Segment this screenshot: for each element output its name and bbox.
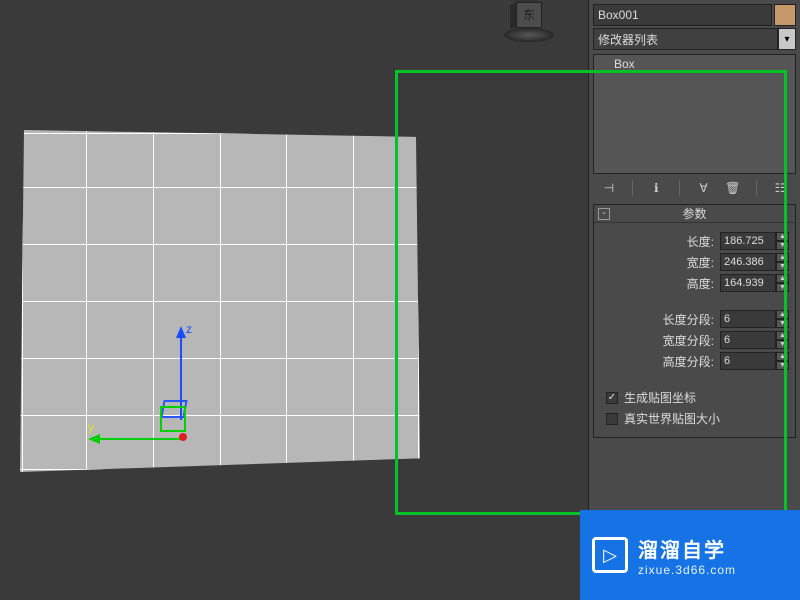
rollout-title: 参数 (594, 205, 795, 222)
wseg-spinner: ▲ ▼ (720, 331, 789, 349)
spinner-down-icon[interactable]: ▼ (776, 361, 789, 370)
remove-modifier-icon[interactable]: 🗑 (723, 178, 743, 198)
height-input[interactable] (720, 274, 776, 292)
orient-front-face[interactable]: 东 (516, 2, 542, 28)
hseg-spinner: ▲ ▼ (720, 352, 789, 370)
height-spinner: ▲ ▼ (720, 274, 789, 292)
genmap-label: 生成贴图坐标 (624, 389, 696, 406)
sep (632, 180, 633, 196)
param-length: 长度: ▲ ▼ (600, 232, 789, 250)
modifier-stack[interactable]: Box (593, 54, 796, 174)
viewport[interactable]: 东 z y (0, 0, 585, 600)
check-genmap-row: 生成贴图坐标 (606, 389, 789, 406)
object-name-row (593, 4, 796, 26)
lseg-spinner: ▲ ▼ (720, 310, 789, 328)
grid-line (20, 133, 420, 134)
axis-z-arrow-icon[interactable] (176, 326, 186, 338)
param-width: 宽度: ▲ ▼ (600, 253, 789, 271)
modifier-dropdown[interactable]: 修改器列表 (593, 28, 778, 50)
sep (679, 180, 680, 196)
watermark-title: 溜溜自学 (638, 534, 736, 563)
grid-line (20, 244, 420, 245)
axis-y[interactable] (100, 438, 182, 440)
check-realworld-row: 真实世界贴图大小 (606, 410, 789, 427)
param-label: 长度: (687, 233, 714, 250)
spinner-up-icon[interactable]: ▲ (776, 310, 789, 319)
grid-line (20, 469, 420, 470)
object-name-input[interactable] (593, 4, 772, 26)
axis-y-arrow-icon[interactable] (88, 434, 100, 444)
param-label: 高度: (687, 275, 714, 292)
param-lseg: 长度分段: ▲ ▼ (600, 310, 789, 328)
configure-sets-icon[interactable]: ☷ (770, 178, 790, 198)
grid-line (418, 130, 419, 472)
grid-line (20, 358, 420, 359)
show-end-result-icon[interactable]: ℹ (646, 178, 666, 198)
realworld-label: 真实世界贴图大小 (624, 410, 720, 427)
grid-line (20, 301, 420, 302)
pin-stack-icon[interactable]: ⊣ (599, 178, 619, 198)
rollout-body: 长度: ▲ ▼ 宽度: ▲ ▼ (594, 223, 795, 437)
watermark-sub: zixue.3d66.com (638, 563, 736, 577)
axis-z-label: z (186, 322, 192, 336)
modifier-dropdown-row: 修改器列表 ▾ (593, 28, 796, 50)
spinner-up-icon[interactable]: ▲ (776, 331, 789, 340)
grid-line (20, 415, 420, 416)
spinner-down-icon[interactable]: ▼ (776, 262, 789, 271)
orient-cube[interactable]: 东 (500, 0, 558, 44)
wseg-input[interactable] (720, 331, 776, 349)
param-label: 宽度: (687, 254, 714, 271)
realworld-checkbox[interactable] (606, 413, 618, 425)
spinner-up-icon[interactable]: ▲ (776, 253, 789, 262)
spinner-down-icon[interactable]: ▼ (776, 340, 789, 349)
param-label: 长度分段: (663, 311, 714, 328)
chevron-down-icon: ▾ (784, 34, 789, 45)
modifier-stack-tools: ⊣ ℹ ∀ 🗑 ☷ (593, 178, 796, 198)
gizmo-origin[interactable] (179, 433, 187, 441)
collapse-icon[interactable]: - (598, 208, 610, 220)
modifier-stack-item[interactable]: Box (614, 57, 775, 71)
gizmo-plane-xy[interactable] (160, 406, 186, 432)
lseg-input[interactable] (720, 310, 776, 328)
param-height: 高度: ▲ ▼ (600, 274, 789, 292)
genmap-checkbox[interactable] (606, 392, 618, 404)
sep (756, 180, 757, 196)
width-spinner: ▲ ▼ (720, 253, 789, 271)
params-rollout: - 参数 长度: ▲ ▼ 宽度: ▲ (593, 204, 796, 438)
length-spinner: ▲ ▼ (720, 232, 789, 250)
hseg-input[interactable] (720, 352, 776, 370)
param-hseg: 高度分段: ▲ ▼ (600, 352, 789, 370)
play-icon: ▷ (592, 537, 628, 573)
spinner-up-icon[interactable]: ▲ (776, 232, 789, 241)
width-input[interactable] (720, 253, 776, 271)
grid-plane[interactable] (20, 130, 420, 472)
spinner-down-icon[interactable]: ▼ (776, 241, 789, 250)
object-color-swatch[interactable] (774, 4, 796, 26)
param-label: 宽度分段: (663, 332, 714, 349)
orient-base (504, 28, 554, 42)
param-label: 高度分段: (663, 353, 714, 370)
axis-y-label: y (88, 420, 94, 434)
watermark: ▷ 溜溜自学 zixue.3d66.com (580, 510, 800, 600)
param-wseg: 宽度分段: ▲ ▼ (600, 331, 789, 349)
modifier-dropdown-label: 修改器列表 (598, 31, 658, 48)
spinner-up-icon[interactable]: ▲ (776, 274, 789, 283)
grid-line (20, 187, 420, 188)
spinner-up-icon[interactable]: ▲ (776, 352, 789, 361)
watermark-text: 溜溜自学 zixue.3d66.com (638, 534, 736, 577)
make-unique-icon[interactable]: ∀ (694, 178, 714, 198)
rollout-header[interactable]: - 参数 (594, 205, 795, 223)
length-input[interactable] (720, 232, 776, 250)
spinner-down-icon[interactable]: ▼ (776, 283, 789, 292)
spinner-down-icon[interactable]: ▼ (776, 319, 789, 328)
modifier-dropdown-button[interactable]: ▾ (778, 28, 796, 50)
